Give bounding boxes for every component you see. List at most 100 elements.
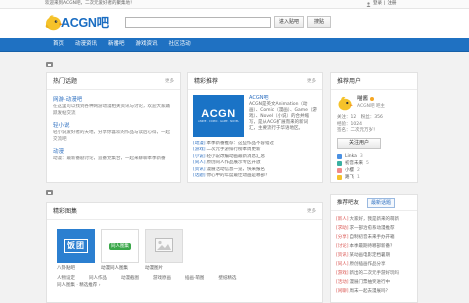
gallery-tag[interactable]: 游戏原画	[153, 275, 171, 282]
user-list-count: 2	[357, 167, 360, 173]
list-item[interactable]: [活动]漫展门票抽奖进行中	[336, 278, 412, 287]
list-item-text: 原创插画作品分享	[349, 262, 386, 267]
user-info: 喵酱 ACGN吧 吧主	[357, 95, 385, 111]
search-posts-button[interactable]: 搜贴	[307, 16, 331, 28]
more-link[interactable]: 更多	[165, 79, 174, 85]
activity-tabs: 推荐吧友 最新话题	[331, 195, 417, 211]
gallery-more-row[interactable]: 同人图集 · 精选推荐 ›	[57, 282, 312, 289]
thumbnail-caption: 动漫同人图集	[101, 266, 128, 271]
list-item-tag: [小说]	[193, 153, 206, 159]
top-bar: 欢迎来到ACGN吧，二次元爱好者的聚集地！ 登录 | 注册	[0, 0, 469, 9]
thumbnail-caption: 八卦贴吧	[57, 266, 75, 271]
list-item[interactable]: [游戏]新出的二次元手游好玩吗	[336, 269, 412, 278]
gallery-panel: 精彩图集 更多 饭团 八卦贴吧 同人图集 动漫同人图集 动漫图片 人物设定 同人…	[46, 202, 323, 303]
gallery-tag[interactable]: 壁纸精选	[218, 275, 236, 282]
list-item-text: 二次元手游排行榜本周更新	[206, 147, 261, 153]
list-item[interactable]: [讨论]本季最期待哪部新番？	[336, 242, 412, 251]
topic-title[interactable]: 轻小说	[53, 122, 174, 130]
panel-title: 精彩图集	[53, 208, 78, 215]
tab-recommended-friends[interactable]: 推荐吧友	[337, 200, 359, 207]
star-badge-icon	[370, 97, 375, 101]
section-marker-icon	[46, 62, 53, 67]
gallery-thumbnail[interactable]: 同人图集 动漫同人图集	[101, 229, 139, 272]
list-item-tag: [动漫]	[193, 141, 206, 146]
topic-desc: 轻小说爱好者的天地，分享你喜欢的作品与读后心得，一起交流吧	[53, 130, 170, 142]
nav-item-home[interactable]: 首页	[53, 38, 64, 51]
topic-list: 网游·动漫吧 在这里可以找到各种网游动漫相关资讯与讨论，欢迎大家踊跃发帖交流 轻…	[47, 90, 180, 169]
avatar[interactable]	[337, 95, 353, 111]
list-item-text: 漫展门票抽奖进行中	[349, 280, 391, 285]
list-item-text: 本季新番推荐：这些作品不容错过	[206, 141, 275, 146]
site-logo[interactable]: ACGN吧	[44, 13, 109, 31]
featured-list: [动漫]本季新番推荐：这些作品不容错过 [游戏]二次元手游排行榜本周更新 [小说…	[188, 137, 322, 179]
list-item-text: 你心中的年度最佳动画是哪部？	[206, 173, 270, 179]
more-link[interactable]: 更多	[307, 209, 316, 215]
list-item-tag: [同人]	[193, 160, 206, 166]
featured-description: ACGN吧 ACGN是英文Animation（动画）、Comic（漫画）、Gam…	[249, 95, 317, 137]
list-item[interactable]: [同人]原创插画作品分享	[336, 260, 412, 269]
more-link[interactable]: 更多	[307, 79, 316, 85]
user-card: 喵酱 ACGN吧 吧主	[337, 95, 411, 111]
list-item[interactable]: [求助]求一部治愈系动漫推荐	[336, 224, 412, 233]
list-item-text: 某动画电影定档暑期	[349, 253, 391, 258]
topic-desc: 在这里可以找到各种网游动漫相关资讯与讨论，欢迎大家踊跃发帖交流	[53, 104, 170, 116]
gallery-tag[interactable]: 动漫截图	[121, 275, 139, 282]
topic-title[interactable]: 动漫	[53, 148, 174, 156]
activity-panel: 推荐吧友 最新话题 [新人]大家好，我是新来的萌新 [求助]求一部治愈系动漫推荐…	[330, 194, 418, 303]
tab-latest-topics[interactable]: 最新话题	[367, 198, 396, 208]
featured-panel: 精彩推荐 更多 ACGN ANIME · COMIC · GAME · NOVE…	[187, 72, 323, 183]
list-item[interactable]: [新人]大家好，我是新来的萌新	[336, 215, 412, 224]
separator: |	[384, 1, 386, 6]
recommended-users-panel: 推荐用户 喵酱 ACGN吧 吧主 关注：12 粉丝：356 经验：1024 签名…	[330, 72, 418, 183]
user-list-item[interactable]: Linka 3	[337, 153, 411, 160]
user-name: 喵酱	[357, 95, 385, 103]
gallery-thumbnail[interactable]: 饭团 八卦贴吧	[57, 229, 95, 272]
list-item-tag: [分享]	[336, 235, 349, 240]
section-marker-icon	[46, 190, 53, 195]
featured-intro-title[interactable]: ACGN吧	[249, 95, 317, 102]
nav-item-anime-news[interactable]: 动漫资讯	[75, 38, 97, 51]
featured-image-subtitle: ANIME · COMIC · GAME · NOVEL	[198, 120, 239, 123]
nav-item-game-news[interactable]: 游戏资讯	[136, 38, 158, 51]
panel-header: 精彩推荐 更多	[188, 73, 322, 90]
nav-item-community[interactable]: 社区活动	[169, 38, 191, 51]
list-item-text: 轻小说改编动画最新消息汇总	[206, 153, 266, 159]
register-link[interactable]: 注册	[388, 1, 397, 7]
list-item-tag: [资讯]	[193, 166, 206, 172]
list-item-text: 本季最期待哪部新番？	[349, 244, 395, 249]
list-item-tag: [游戏]	[336, 271, 349, 276]
featured-image[interactable]: ACGN ANIME · COMIC · GAME · NOVEL	[193, 95, 244, 137]
list-item[interactable]: [话题]你心中的年度最佳动画是哪部？	[193, 173, 317, 179]
user-list-name: 初音未来	[345, 160, 363, 166]
user-list-name: Linka	[345, 153, 357, 159]
thumbnail-image	[145, 229, 183, 263]
follow-user-button[interactable]: 关注用户	[337, 137, 381, 149]
search-input[interactable]	[125, 17, 271, 28]
logo-text: ACGN吧	[61, 16, 109, 30]
user-name-link[interactable]: 喵酱	[357, 95, 368, 103]
list-item[interactable]: [闲聊]周末一起去漫展吗？	[336, 287, 412, 296]
user-avatar-icon	[337, 160, 342, 166]
user-list-item[interactable]: 小樱 2	[337, 167, 411, 174]
list-item-tag: [同人]	[336, 262, 349, 267]
gallery-tag[interactable]: 同人作品	[89, 275, 107, 282]
panel-header: 推荐用户	[331, 73, 417, 90]
list-item[interactable]: [资讯]某动画电影定档暑期	[336, 251, 412, 260]
gallery-tag[interactable]: 插画·萌图	[185, 275, 204, 282]
activity-list: [新人]大家好，我是新来的萌新 [求助]求一部治愈系动漫推荐 [分享]自制初音未…	[331, 211, 417, 296]
user-list-item[interactable]: 路飞 1	[337, 174, 411, 181]
login-link[interactable]: 登录	[373, 1, 382, 7]
account-links: 登录 | 注册	[366, 1, 397, 7]
topic-title[interactable]: 网游·动漫吧	[53, 96, 174, 104]
list-item-tag: [活动]	[336, 280, 349, 285]
enter-tieba-button[interactable]: 进入贴吧	[274, 16, 304, 28]
user-list-item[interactable]: 初音未来 5	[337, 160, 411, 167]
list-item[interactable]: [分享]自制初音未来手办开箱	[336, 233, 412, 242]
gallery-tag[interactable]: 人物设定	[57, 275, 75, 282]
featured-intro-text: ACGN是英文Animation（动画）、Comic（漫画）、Game（游戏）、…	[249, 102, 317, 131]
user-list-count: 5	[366, 160, 369, 166]
user-list-count: 3	[359, 153, 363, 159]
gallery-thumbnail[interactable]: 动漫图片	[145, 229, 183, 272]
panel-header: 热门话题 更多	[47, 73, 180, 90]
nav-item-new-anime[interactable]: 新番吧	[108, 38, 125, 51]
